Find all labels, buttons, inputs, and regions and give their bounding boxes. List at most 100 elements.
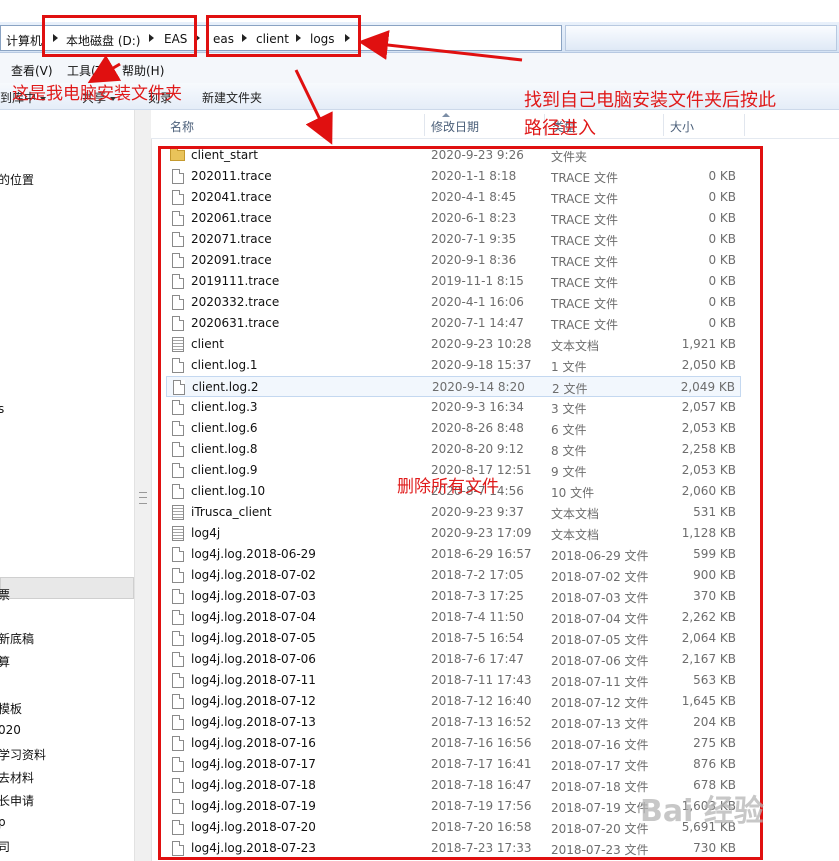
file-row[interactable]: log4j.log.2018-07-16 2018-7-16 16:56 2018-… (166, 733, 741, 754)
file-size: 0 KB (708, 169, 736, 183)
file-type: 2018-07-12 文件 (551, 696, 649, 710)
file-row[interactable]: client.log.1 2020-9-18 15:37 1 文件 2,050 KB (166, 355, 741, 376)
file-name: client.log.3 (191, 400, 258, 414)
column-headers: 名称 修改日期 类型 大小 (151, 110, 839, 139)
file-type: 10 文件 (551, 486, 595, 500)
file-row[interactable]: 202061.trace 2020-6-1 8:23 TRACE 文件 0 KB (166, 208, 741, 229)
chevron-right-icon[interactable] (53, 34, 58, 42)
nav-item-company[interactable]: 司 (0, 838, 10, 855)
file-row[interactable]: log4j.log.2018-07-04 2018-7-4 11:50 2018-0… (166, 607, 741, 628)
file-icon (172, 169, 184, 184)
nav-selected-item[interactable] (0, 577, 134, 599)
nav-item-calc[interactable]: 算 (0, 653, 10, 670)
column-name[interactable]: 名称 (170, 118, 194, 135)
file-row[interactable]: log4j.log.2018-06-29 2018-6-29 16:57 2018-… (166, 544, 741, 565)
file-row[interactable]: log4j.log.2018-07-05 2018-7-5 16:54 2018-0… (166, 628, 741, 649)
file-date: 2020-7-1 9:35 (431, 232, 517, 246)
file-size: 2,053 KB (681, 421, 736, 435)
file-row[interactable]: log4j.log.2018-07-02 2018-7-2 17:05 2018-0… (166, 565, 741, 586)
file-name: log4j.log.2018-07-13 (191, 715, 316, 729)
new-folder-button[interactable]: 新建文件夹 (202, 89, 262, 106)
nav-item-applications[interactable]: 长申请 (0, 792, 34, 809)
file-row[interactable]: client 2020-9-23 10:28 文本文档 1,921 KB (166, 334, 741, 355)
file-date: 2018-7-2 17:05 (431, 568, 524, 582)
column-date[interactable]: 修改日期 (431, 118, 479, 135)
file-name: log4j.log.2018-07-06 (191, 652, 316, 666)
file-type: TRACE 文件 (551, 255, 618, 269)
crumb-logs[interactable]: logs (310, 32, 335, 46)
menu-tools[interactable]: 工具(T) (67, 62, 108, 79)
crumb-eas[interactable]: eas (213, 32, 234, 46)
file-row[interactable]: log4j.log.2018-07-23 2018-7-23 17:33 2018-… (166, 838, 741, 859)
chevron-right-icon[interactable] (296, 34, 301, 42)
file-row[interactable]: log4j.log.2018-07-11 2018-7-11 17:43 2018-… (166, 670, 741, 691)
file-row[interactable]: 2020631.trace 2020-7-1 14:47 TRACE 文件 0 KB (166, 313, 741, 334)
chevron-right-icon[interactable] (242, 34, 247, 42)
file-date: 2020-9-14 8:20 (432, 380, 525, 394)
nav-item-p[interactable]: p (0, 815, 6, 829)
file-size: 0 KB (708, 316, 736, 330)
breadcrumb[interactable]: 计算机 本地磁盘 (D:) EAS eas client logs (0, 25, 562, 51)
crumb-drive-d[interactable]: 本地磁盘 (D:) (66, 32, 140, 49)
nav-item-locations[interactable]: 的位置 (0, 171, 34, 188)
file-row[interactable]: 202011.trace 2020-1-1 8:18 TRACE 文件 0 KB (166, 166, 741, 187)
column-divider[interactable] (663, 114, 664, 136)
file-name: 202061.trace (191, 211, 272, 225)
file-type: 2018-07-06 文件 (551, 654, 649, 668)
file-type: TRACE 文件 (551, 171, 618, 185)
file-row[interactable]: client.log.6 2020-8-26 8:48 6 文件 2,053 KB (166, 418, 741, 439)
crumb-client[interactable]: client (256, 32, 289, 46)
file-name: client.log.2 (192, 380, 259, 394)
file-row[interactable]: client.log.2 2020-9-14 8:20 2 文件 2,049 KB (166, 376, 741, 397)
grip-icon (139, 492, 147, 504)
menu-help[interactable]: 帮助(H) (122, 62, 164, 79)
column-divider[interactable] (424, 114, 425, 136)
file-row[interactable]: client.log.8 2020-8-20 9:12 8 文件 2,258 KB (166, 439, 741, 460)
file-row[interactable]: 202041.trace 2020-4-1 8:45 TRACE 文件 0 KB (166, 187, 741, 208)
column-divider[interactable] (744, 114, 745, 136)
file-row[interactable]: 202091.trace 2020-9-1 8:36 TRACE 文件 0 KB (166, 250, 741, 271)
nav-item-s[interactable]: s (0, 402, 4, 416)
nav-item-drafts[interactable]: 新底稿 (0, 630, 34, 647)
crumb-computer[interactable]: 计算机 (6, 32, 42, 49)
file-name: log4j.log.2018-07-12 (191, 694, 316, 708)
file-name: log4j.log.2018-07-20 (191, 820, 316, 834)
file-row[interactable]: log4j.log.2018-07-03 2018-7-3 17:25 2018-0… (166, 586, 741, 607)
nav-item-templates[interactable]: 模板 (0, 700, 22, 717)
file-date: 2018-7-11 17:43 (431, 673, 532, 687)
chevron-right-icon[interactable] (149, 34, 154, 42)
file-row[interactable]: log4j.log.2018-07-13 2018-7-13 16:52 2018-… (166, 712, 741, 733)
file-icon (172, 715, 184, 730)
file-icon (172, 736, 184, 751)
file-row[interactable]: 202071.trace 2020-7-1 9:35 TRACE 文件 0 KB (166, 229, 741, 250)
file-name: client.log.6 (191, 421, 258, 435)
chevron-right-icon[interactable] (195, 34, 200, 42)
search-area[interactable] (565, 25, 837, 51)
file-type: 2 文件 (552, 382, 588, 396)
file-date: 2020-8-26 8:48 (431, 421, 524, 435)
crumb-eas-upper[interactable]: EAS (164, 32, 187, 46)
file-row[interactable]: 2019111.trace 2019-11-1 8:15 TRACE 文件 0 KB (166, 271, 741, 292)
file-row[interactable]: iTrusca_client 2020-9-23 9:37 文本文档 531 KB (166, 502, 741, 523)
nav-item-materials[interactable]: 去材料 (0, 769, 34, 786)
watermark-logo: Bai 经验 (640, 794, 764, 829)
column-size[interactable]: 大小 (670, 118, 694, 135)
nav-splitter[interactable] (134, 110, 152, 861)
file-row[interactable]: log4j.log.2018-07-06 2018-7-6 17:47 2018-0… (166, 649, 741, 670)
file-type: TRACE 文件 (551, 192, 618, 206)
file-row[interactable]: log4j.log.2018-07-12 2018-7-12 16:40 2018-… (166, 691, 741, 712)
nav-item-study[interactable]: 学习资料 (0, 746, 46, 763)
menu-view[interactable]: 查看(V) (11, 62, 53, 79)
file-row[interactable]: 2020332.trace 2020-4-1 16:06 TRACE 文件 0 KB (166, 292, 741, 313)
file-row[interactable]: log4j.log.2018-07-17 2018-7-17 16:41 2018-… (166, 754, 741, 775)
nav-item-2020[interactable]: 020 (0, 723, 21, 737)
file-row[interactable]: client.log.3 2020-9-3 16:34 3 文件 2,057 KB (166, 397, 741, 418)
file-name: 202011.trace (191, 169, 272, 183)
file-row[interactable]: log4j 2020-9-23 17:09 文本文档 1,128 KB (166, 523, 741, 544)
file-row[interactable]: client_start 2020-9-23 9:26 文件夹 (166, 145, 741, 166)
file-date: 2020-4-1 8:45 (431, 190, 517, 204)
chevron-right-icon[interactable] (345, 34, 350, 42)
file-icon (172, 295, 184, 310)
file-icon (172, 799, 184, 814)
nav-item-tickets[interactable]: 票 (0, 586, 10, 603)
